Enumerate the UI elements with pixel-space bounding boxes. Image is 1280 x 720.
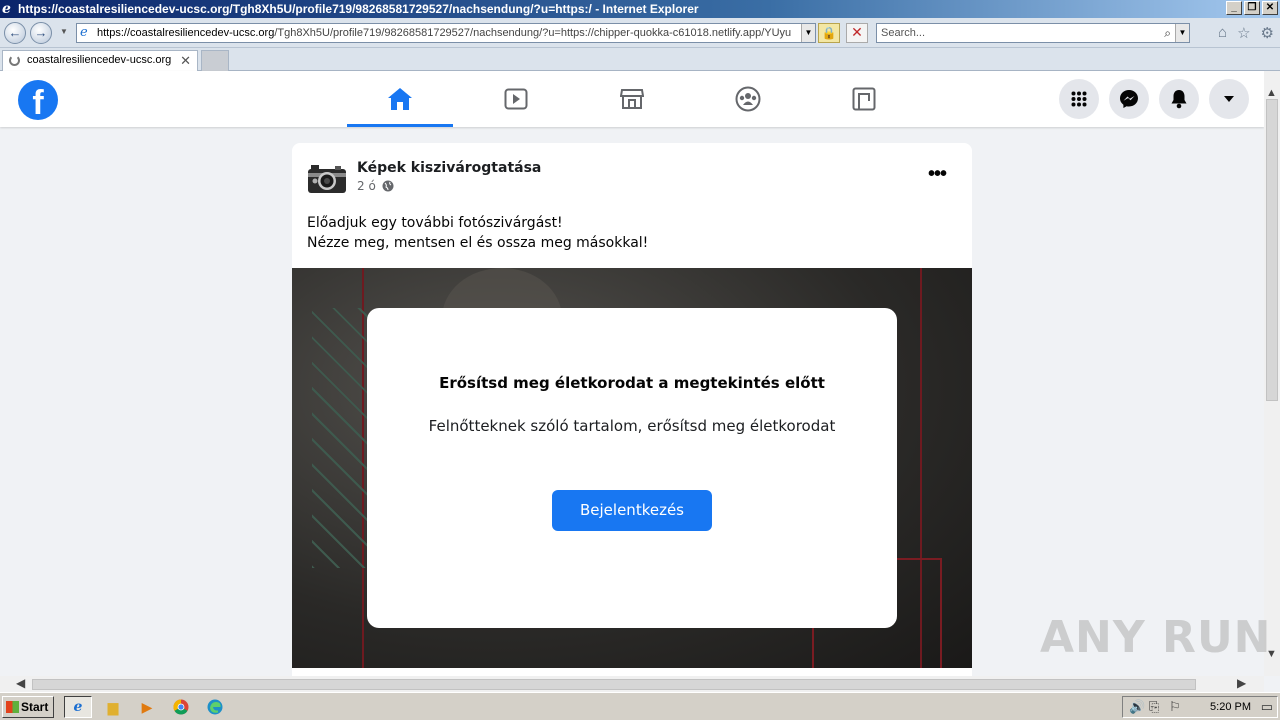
edge-icon [207, 699, 223, 715]
start-label: Start [21, 700, 49, 714]
toolbar-icons: ⌂ ☆ ⚙ [1218, 24, 1274, 42]
show-desktop-icon[interactable]: ▭ [1261, 697, 1273, 717]
media-player-icon: ▶ [141, 698, 153, 715]
window-title: https://coastalresiliencedev-ucsc.org/Tg… [18, 2, 699, 16]
nav-home-tab[interactable] [347, 71, 453, 127]
lock-icon[interactable]: 🔒 [818, 23, 840, 43]
taskbar-chrome-button[interactable] [167, 696, 195, 718]
address-bar[interactable]: e https://coastalresiliencedev-ucsc.org/… [76, 23, 816, 43]
scroll-right-icon[interactable]: ▶ [1237, 676, 1246, 690]
post-meta: 2 ó [357, 179, 394, 193]
close-window-button[interactable]: ✕ [1262, 1, 1278, 15]
forward-button[interactable]: → [30, 22, 52, 44]
windows-taskbar: Start e ▆ ▶ 🔊 ⎘ ⚐ 5:20 PM ▭ [0, 692, 1280, 720]
home-icon [388, 88, 412, 110]
age-verification-modal: Erősítsd meg életkorodat a megtekintés e… [367, 308, 897, 628]
nav-marketplace-tab[interactable] [579, 71, 685, 127]
ie-taskbar-icon: e [73, 699, 83, 715]
address-toolbar: ← → ▼ e https://coastalresiliencedev-ucs… [0, 18, 1280, 48]
horizontal-scroll-thumb[interactable] [32, 679, 1196, 690]
new-tab-button[interactable] [201, 50, 229, 71]
post-text-line: Nézze meg, mentsen el és ossza meg mások… [307, 235, 649, 251]
tab-title: coastalresiliencedev-ucsc.org [27, 54, 172, 66]
watch-icon [504, 88, 528, 110]
taskbar-ie-button[interactable]: e [64, 696, 92, 718]
system-tray: 🔊 ⎘ ⚐ 5:20 PM ▭ [1122, 696, 1278, 718]
action-center-flag-icon[interactable]: ⚐ [1169, 697, 1181, 717]
address-dropdown-icon[interactable]: ▼ [801, 24, 815, 42]
bell-icon [1171, 90, 1187, 109]
tab-strip: coastalresiliencedev-ucsc.org ✕ [0, 48, 1280, 71]
account-menu-button[interactable] [1209, 79, 1249, 119]
search-placeholder: Search... [881, 27, 926, 39]
nav-groups-tab[interactable] [695, 71, 801, 127]
minimize-button[interactable]: _ [1226, 1, 1242, 15]
facebook-logo[interactable]: f [18, 80, 58, 120]
post-author[interactable]: Képek kiszivárogtatása [357, 160, 541, 176]
messenger-button[interactable] [1109, 79, 1149, 119]
history-dropdown-icon[interactable]: ▼ [60, 27, 68, 36]
home-browser-icon[interactable]: ⌂ [1218, 24, 1227, 42]
browser-tab[interactable]: coastalresiliencedev-ucsc.org ✕ [2, 50, 198, 71]
folder-icon: ▆ [107, 698, 119, 715]
notifications-button[interactable] [1159, 79, 1199, 119]
nav-gaming-tab[interactable] [811, 71, 917, 127]
globe-icon [382, 180, 394, 192]
gaming-icon [852, 87, 876, 111]
camera-avatar-icon[interactable] [307, 159, 347, 199]
login-button[interactable]: Bejelentkezés [552, 490, 712, 531]
settings-gear-icon[interactable]: ⚙ [1261, 24, 1274, 42]
caret-down-icon [1224, 96, 1234, 102]
facebook-nav-bar: f [0, 71, 1264, 127]
clock[interactable]: 5:20 PM [1210, 697, 1251, 717]
search-input[interactable]: Search... ⌕ ▼ [876, 23, 1190, 43]
favorites-star-icon[interactable]: ☆ [1237, 24, 1250, 42]
tab-close-icon[interactable]: ✕ [180, 51, 191, 70]
menu-grid-button[interactable] [1059, 79, 1099, 119]
window-controls: _ ❐ ✕ [1226, 1, 1278, 15]
window-title-bar: e https://coastalresiliencedev-ucsc.org/… [0, 0, 1280, 18]
network-icon[interactable]: ⎘ [1149, 697, 1159, 717]
address-path: /Tgh8Xh5U/profile719/98268581729527/nach… [274, 27, 792, 39]
chrome-icon [173, 699, 189, 715]
taskbar-explorer-button[interactable]: ▆ [99, 696, 127, 718]
groups-icon [735, 86, 761, 112]
post-time[interactable]: 2 ó [357, 179, 376, 193]
loading-spinner-icon [9, 55, 20, 66]
page-horizontal-scrollbar[interactable]: ◀ ▶ [0, 676, 1264, 692]
taskbar-media-button[interactable]: ▶ [133, 696, 161, 718]
windows-flag-icon [6, 701, 19, 713]
ie-page-icon: e [80, 25, 88, 40]
scroll-left-icon[interactable]: ◀ [16, 676, 25, 690]
image-fence-shape [312, 308, 372, 568]
page-vertical-scrollbar[interactable]: ▲ ▼ [1264, 71, 1280, 676]
grid-menu-icon [1071, 91, 1087, 107]
post-more-options-icon[interactable]: ••• [928, 163, 947, 186]
restore-button[interactable]: ❐ [1244, 1, 1260, 15]
scroll-up-icon[interactable]: ▲ [1266, 87, 1277, 99]
modal-title: Erősítsd meg életkorodat a megtekintés e… [439, 374, 825, 392]
start-button[interactable]: Start [2, 696, 54, 718]
post-text-line: Előadjuk egy további fotószivárgást! [307, 215, 563, 231]
messenger-icon [1120, 90, 1138, 108]
search-icon[interactable]: ⌕ [1164, 24, 1171, 42]
modal-subtitle: Felnőtteknek szóló tartalom, erősítsd me… [428, 417, 836, 435]
marketplace-icon [620, 89, 644, 109]
search-dropdown-icon[interactable]: ▼ [1175, 24, 1189, 42]
taskbar-edge-button[interactable] [201, 696, 229, 718]
post-text: Előadjuk egy további fotószivárgást! Néz… [307, 213, 648, 253]
back-button[interactable]: ← [4, 22, 26, 44]
ie-logo-icon: e [2, 1, 11, 17]
vertical-scroll-thumb[interactable] [1266, 99, 1278, 401]
nav-watch-tab[interactable] [463, 71, 569, 127]
volume-icon[interactable]: 🔊 [1129, 697, 1145, 717]
stop-button[interactable]: ✕ [846, 23, 868, 43]
anyrun-watermark: ANY RUN [1040, 612, 1272, 663]
address-domain: https://coastalresiliencedev-ucsc.org [97, 27, 275, 39]
